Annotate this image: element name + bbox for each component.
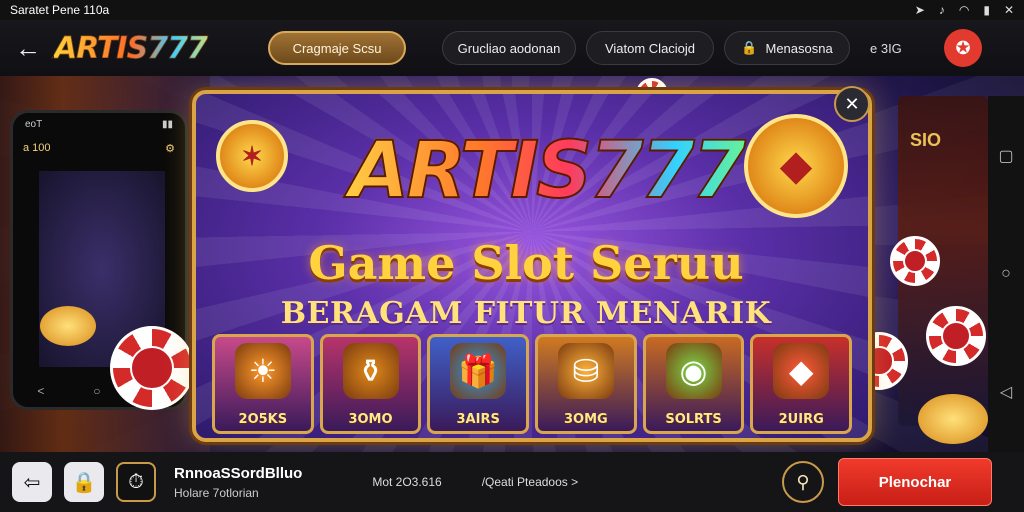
exit-icon[interactable]: ⇦: [12, 462, 52, 502]
feature-tile-label: SOLRTS: [665, 412, 722, 427]
feature-tiles: ☀ 2O5KS ⚱ 3OMO 🎁 3AIRS ⛁ 3OMG ◉ SOLRTS ◆…: [212, 334, 853, 434]
feature-tile-label: 3OMG: [563, 412, 608, 427]
sun-icon: ☀: [234, 343, 291, 399]
nav-pill-1[interactable]: Grucliao aodonan: [442, 31, 576, 65]
gold-pill-button[interactable]: Cragmaje Scsu: [268, 31, 406, 65]
wifi-icon: ◠: [958, 3, 970, 17]
gold-coin-icon: [918, 394, 988, 444]
phone-home-icon: ○: [93, 384, 101, 398]
lock-icon[interactable]: 🔒: [64, 462, 104, 502]
side-nav-rail: ▢ ○ ◁: [988, 96, 1024, 452]
location-icon: ➤: [914, 3, 925, 17]
banner-subtitle: Game Slot Seruu: [308, 236, 744, 290]
right-machine-label: SIO: [910, 130, 942, 150]
bottom-title: RnnoaSSordBlluo: [174, 464, 303, 482]
alert-icon[interactable]: ✪: [944, 29, 982, 67]
phone-signal-icon: ▮▮: [161, 118, 173, 130]
feature-tile[interactable]: ◆ 2UIRG: [750, 334, 853, 434]
top-nav: ← ARTIS777 Cragmaje Scsu Grucliao aodona…: [0, 20, 1024, 76]
phone-head-text: a 100: [23, 142, 51, 154]
circle-nav-icon[interactable]: ○: [1001, 265, 1011, 283]
status-text: Saratet Pene 110a: [10, 3, 110, 17]
gold-coin-icon: [40, 306, 96, 346]
close-icon[interactable]: ✕: [1004, 3, 1014, 17]
square-nav-icon[interactable]: ▢: [998, 146, 1013, 166]
back-arrow-icon[interactable]: ←: [8, 33, 48, 64]
feature-tile[interactable]: 🎁 3AIRS: [427, 334, 530, 434]
signal-icon: ▮: [983, 3, 990, 17]
status-bar: Saratet Pene 110a ➤ ♪ ◠ ▮ ✕: [0, 0, 1024, 20]
lock-icon: 🔒: [741, 40, 758, 55]
close-banner-button[interactable]: ✕: [834, 86, 870, 122]
giftbox-icon: 🎁: [450, 343, 507, 399]
promo-banner: ARTIS777 Game Slot Seruu BERAGAM FITUR M…: [192, 90, 872, 442]
app-logo[interactable]: ARTIS777: [54, 30, 224, 66]
casino-chip-icon: [890, 236, 940, 286]
chest-icon: ◆: [773, 343, 830, 399]
feature-tile-label: 2UIRG: [778, 412, 824, 427]
feature-tile[interactable]: ⚱ 3OMO: [319, 334, 422, 434]
phone-header: a 100 ⚙: [13, 135, 185, 161]
banner-title: ARTIS777: [316, 125, 776, 217]
clock-text: e 3IG: [870, 40, 902, 56]
cta-button[interactable]: Plenochar: [838, 458, 992, 506]
app-window: Saratet Pene 110a ➤ ♪ ◠ ▮ ✕ ← ARTIS777 C…: [0, 0, 1024, 512]
feature-tile[interactable]: ⛁ 3OMG: [535, 334, 637, 434]
nav-pill-3[interactable]: 🔒 Menasosna: [724, 31, 850, 65]
treasure-icon: ⚱: [342, 343, 399, 399]
bottom-info: RnnoaSSordBlluo Holare 7otlorian: [174, 465, 302, 500]
phone-status-text: eoT: [25, 118, 43, 130]
casino-chip-icon: [926, 306, 986, 366]
phone-settings-icon: ⚙: [165, 142, 175, 155]
feature-tile-label: 3AIRS: [456, 412, 500, 427]
coins-icon: ⛁: [557, 343, 614, 399]
triangle-back-icon[interactable]: ◁: [1000, 382, 1012, 402]
bottom-meta-1: Mot 2O3.616: [372, 475, 442, 489]
golden-emblem-icon: ◆: [744, 114, 848, 218]
feature-tile-label: 2O5KS: [238, 412, 288, 427]
logo-coin-icon: ✶: [216, 120, 288, 192]
banner-tagline: BERAGAM FITUR MENARIK: [280, 296, 772, 331]
feature-tile-label: 3OMO: [348, 412, 393, 427]
nav-pill-2[interactable]: Viatom Claciojd: [586, 31, 714, 65]
phone-back-icon: <: [37, 384, 45, 398]
phone-status-bar: eoT ▮▮: [13, 113, 185, 135]
promo-stage: SIO ▢ ○ ◁ eoT ▮▮ a 100 ⚙ < ○ ▢: [0, 76, 1024, 452]
bottom-subtitle: Holare 7otlorian: [174, 485, 259, 500]
location-pin-icon[interactable]: ⚲: [782, 461, 824, 503]
casino-chip-icon: [110, 326, 194, 410]
bottom-meta-2[interactable]: /Qeati Pteadoos >: [482, 475, 578, 489]
sound-icon: ♪: [938, 3, 945, 17]
status-icons: ➤ ♪ ◠ ▮ ✕: [915, 3, 1014, 17]
feature-tile[interactable]: ◉ SOLRTS: [642, 334, 745, 434]
nav-pill-3-label: Menasosna: [765, 40, 833, 56]
gem-icon: ◉: [665, 343, 722, 399]
timer-icon[interactable]: ⏱: [116, 462, 156, 502]
feature-tile[interactable]: ☀ 2O5KS: [212, 334, 314, 434]
bottom-bar: ⇦ 🔒 ⏱ RnnoaSSordBlluo Holare 7otlorian M…: [0, 452, 1024, 512]
